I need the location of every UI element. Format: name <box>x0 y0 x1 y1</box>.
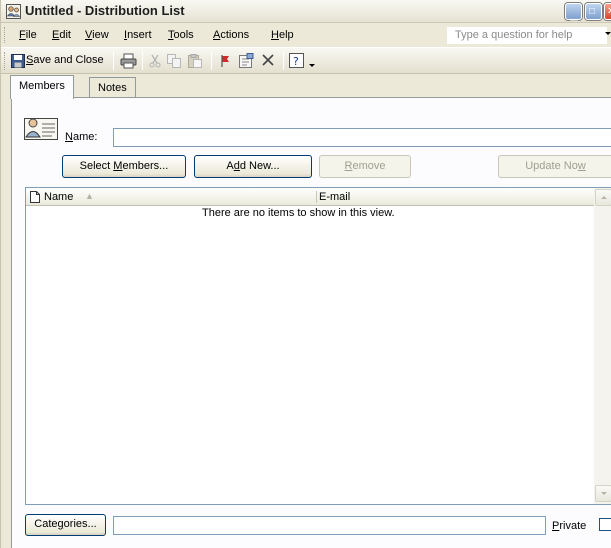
address-book-icon <box>239 53 254 68</box>
list-header: Name ▲ E-mail <box>26 188 611 206</box>
help-dropdown-arrow-icon[interactable] <box>605 32 611 35</box>
print-button[interactable] <box>118 51 138 71</box>
scroll-down-icon <box>601 492 607 495</box>
private-checkbox[interactable] <box>599 518 611 531</box>
copy-icon <box>167 54 181 68</box>
help-icon: ? <box>289 53 304 68</box>
save-and-close-label: ave and Close <box>33 54 104 66</box>
maximize-button[interactable]: □ <box>585 3 602 20</box>
add-new-button[interactable]: Add New... <box>194 155 312 178</box>
delete-icon <box>262 54 274 66</box>
menu-tools[interactable]: Tools <box>168 29 194 41</box>
contact-card-icon <box>24 118 58 140</box>
distribution-list-icon <box>6 4 21 19</box>
tab-notes-label: Notes <box>98 82 127 94</box>
paste-icon <box>188 54 202 68</box>
toolbar-grip[interactable] <box>4 52 7 70</box>
name-input[interactable] <box>113 128 611 147</box>
name-label: Name: <box>65 131 98 143</box>
copy-button[interactable] <box>165 51 183 71</box>
categories-button[interactable]: Categories... <box>25 514 106 536</box>
scroll-down-button[interactable] <box>595 485 611 502</box>
menu-actions[interactable]: Actions <box>213 29 249 41</box>
distribution-list-window: Untitled - Distribution List ▁ □ ✕ File … <box>0 0 611 548</box>
tab-members[interactable]: Members <box>10 75 74 99</box>
ask-question-input[interactable]: Type a question for help <box>447 27 607 44</box>
print-icon <box>120 53 137 69</box>
standard-toolbar: Save and Close ? <box>1 47 611 74</box>
cut-icon <box>149 54 161 68</box>
menu-view[interactable]: View <box>85 29 109 41</box>
members-list-view[interactable]: Name ▲ E-mail There are no items to show… <box>25 187 611 505</box>
vertical-scrollbar[interactable] <box>594 188 611 504</box>
tab-members-label: Members <box>19 80 65 92</box>
help-button[interactable]: ? <box>288 51 318 71</box>
svg-text:?: ? <box>293 55 299 68</box>
menu-insert[interactable]: Insert <box>124 29 152 41</box>
save-icon <box>11 54 25 68</box>
tab-notes[interactable]: Notes <box>89 77 136 98</box>
menu-edit[interactable]: Edit <box>52 29 71 41</box>
paste-button[interactable] <box>186 51 204 71</box>
delete-button[interactable] <box>259 51 277 71</box>
select-members-button[interactable]: Select Members... <box>62 155 186 178</box>
toolbar-separator <box>142 52 143 70</box>
window-title: Untitled - Distribution List <box>25 3 185 18</box>
cut-button[interactable] <box>147 51 163 71</box>
toolbar-separator <box>113 52 114 70</box>
update-now-button[interactable]: Update Now <box>498 155 611 178</box>
column-header-email[interactable]: E-mail <box>319 191 350 203</box>
private-label: Private <box>552 520 587 532</box>
sort-ascending-icon: ▲ <box>85 191 94 201</box>
address-book-button[interactable] <box>236 51 256 71</box>
empty-list-message: There are no items to show in this view. <box>202 207 395 219</box>
categories-input[interactable] <box>113 516 546 535</box>
item-type-icon[interactable] <box>30 191 40 203</box>
menu-help[interactable]: Help <box>271 29 294 41</box>
close-button[interactable]: ✕ <box>604 3 611 20</box>
column-header-name[interactable]: Name <box>44 191 73 203</box>
save-and-close-button[interactable]: Save and Close <box>10 51 110 71</box>
toolbar-separator <box>283 52 284 70</box>
maximize-icon: □ <box>589 6 596 17</box>
flag-icon <box>221 55 229 67</box>
scroll-up-button[interactable] <box>595 189 611 206</box>
scroll-up-icon <box>601 196 607 199</box>
follow-up-flag-button[interactable] <box>216 51 234 71</box>
menu-bar: File Edit View Insert Tools Actions Help… <box>1 24 611 46</box>
minimize-icon: ▁ <box>570 10 578 21</box>
tab-strip: Members Notes <box>1 75 611 99</box>
toolbar-separator <box>211 52 212 70</box>
menu-file[interactable]: File <box>19 29 37 41</box>
column-separator[interactable] <box>316 191 317 203</box>
close-icon: ✕ <box>607 4 611 19</box>
title-bar[interactable]: Untitled - Distribution List ▁ □ ✕ <box>1 0 611 23</box>
toolbar-options-dropdown-icon[interactable] <box>309 64 315 67</box>
minimize-button[interactable]: ▁ <box>565 3 582 21</box>
menubar-grip[interactable] <box>4 27 7 43</box>
remove-button[interactable]: Remove <box>319 155 411 178</box>
